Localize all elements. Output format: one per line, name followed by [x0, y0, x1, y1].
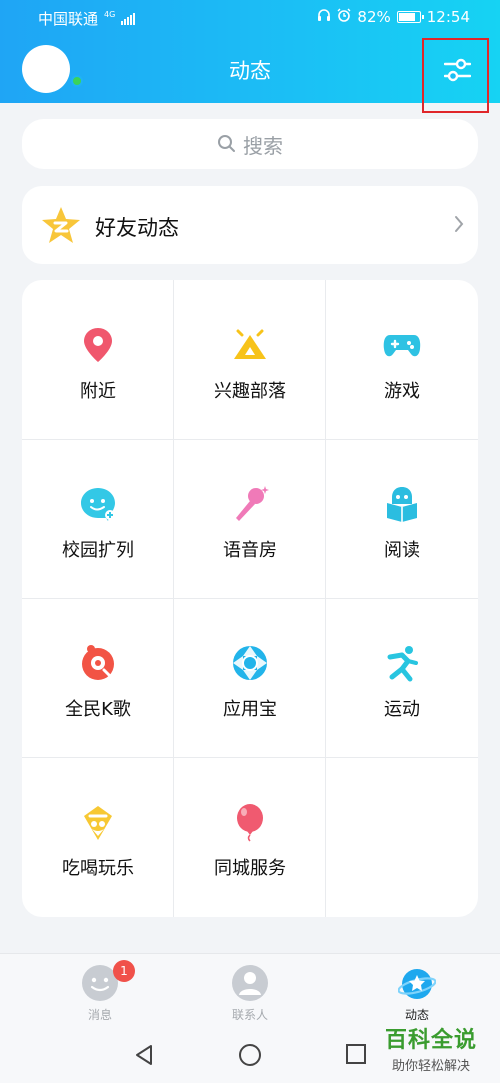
settings-filter-button[interactable] — [422, 38, 489, 113]
watermark-subtitle: 助你轻松解决 — [391, 1059, 470, 1074]
signal-icon — [121, 12, 136, 25]
clock-time: 12:54 — [426, 8, 470, 26]
status-bar: 中国联通 4G 82% 12:54 — [0, 0, 500, 34]
grid-item-sports[interactable]: 运动 — [326, 598, 478, 757]
grid-item-food-fun[interactable]: 吃喝玩乐 — [22, 757, 174, 916]
battery-percent: 82% — [357, 8, 391, 26]
home-icon[interactable] — [238, 1043, 262, 1067]
grid-item-label: 应用宝 — [223, 699, 277, 720]
tent-icon — [234, 329, 266, 359]
grid-item-tribe[interactable]: 兴趣部落 — [174, 280, 326, 439]
nav-label: 动态 — [404, 1008, 429, 1022]
karaoke-icon — [82, 645, 114, 680]
header-bar: 中国联通 4G 82% 12:54 动态 — [0, 0, 500, 113]
watermark-logo: 百科全说 助你轻松解决 — [372, 1022, 490, 1080]
grid-item-voice-room[interactable]: 语音房 — [174, 439, 326, 598]
sliders-icon — [444, 58, 471, 82]
friends-feed-label: 好友动态 — [95, 216, 179, 240]
nav-tab-feeds[interactable]: 动态 — [334, 954, 500, 1031]
grid-item-label: 吃喝玩乐 — [62, 858, 134, 879]
search-icon — [218, 135, 235, 152]
recents-icon[interactable] — [345, 1043, 367, 1065]
ice-cream-icon — [84, 806, 112, 840]
battery-icon — [396, 11, 424, 23]
feature-grid: 附近 兴趣部落 游戏 校园扩列 语音房 阅读 全民K歌 应用宝 运动 吃喝玩乐 … — [22, 280, 478, 917]
grid-item-label: 阅读 — [384, 540, 420, 561]
back-icon[interactable] — [133, 1043, 155, 1067]
unread-badge: 1 — [113, 960, 135, 982]
carrier-label: 中国联通 — [38, 10, 99, 28]
grid-item-label: 校园扩列 — [62, 540, 134, 561]
friends-feed-entry[interactable]: 好友动态 — [22, 186, 478, 264]
grid-item-label: 全民K歌 — [65, 699, 131, 720]
grid-item-label: 语音房 — [223, 540, 277, 561]
runner-icon — [387, 646, 418, 682]
grid-item-campus[interactable]: 校园扩列 — [22, 439, 174, 598]
nav-tab-contacts[interactable]: 联系人 — [167, 954, 333, 1031]
grid-item-nearby[interactable]: 附近 — [22, 280, 174, 439]
nav-label: 联系人 — [231, 1008, 268, 1022]
headphone-icon — [317, 8, 331, 26]
network-label: 4G — [104, 9, 116, 19]
search-input[interactable]: 搜索 — [22, 119, 478, 169]
app-store-icon — [233, 646, 267, 680]
balloon-icon — [237, 804, 263, 842]
book-reader-icon — [387, 487, 417, 522]
grid-item-label: 运动 — [384, 699, 420, 720]
search-placeholder: 搜索 — [243, 133, 283, 158]
chat-smile-icon — [81, 488, 115, 521]
nav-label: 消息 — [87, 1008, 112, 1022]
grid-item-label: 同城服务 — [214, 858, 286, 879]
watermark-title: 百科全说 — [384, 1028, 477, 1053]
grid-item-label: 兴趣部落 — [214, 381, 286, 402]
grid-item-label: 附近 — [80, 381, 116, 402]
grid-item-local-services[interactable]: 同城服务 — [174, 757, 326, 916]
bottom-nav: 1 消息 联系人 动态 — [0, 953, 500, 1030]
contacts-icon — [232, 965, 268, 1001]
grid-item-reading[interactable]: 阅读 — [326, 439, 478, 598]
qzone-star-icon — [42, 207, 80, 243]
planet-star-icon — [398, 969, 436, 999]
microphone-icon — [236, 486, 269, 521]
grid-item-label: 游戏 — [384, 381, 420, 402]
nav-tab-messages[interactable]: 1 消息 — [17, 954, 183, 1031]
location-pin-icon — [84, 328, 112, 362]
chevron-right-icon — [455, 216, 464, 232]
alarm-icon — [337, 8, 351, 26]
grid-item-karaoke[interactable]: 全民K歌 — [22, 598, 174, 757]
gamepad-icon — [383, 335, 421, 357]
grid-item-app-store[interactable]: 应用宝 — [174, 598, 326, 757]
grid-item-games[interactable]: 游戏 — [326, 280, 478, 439]
